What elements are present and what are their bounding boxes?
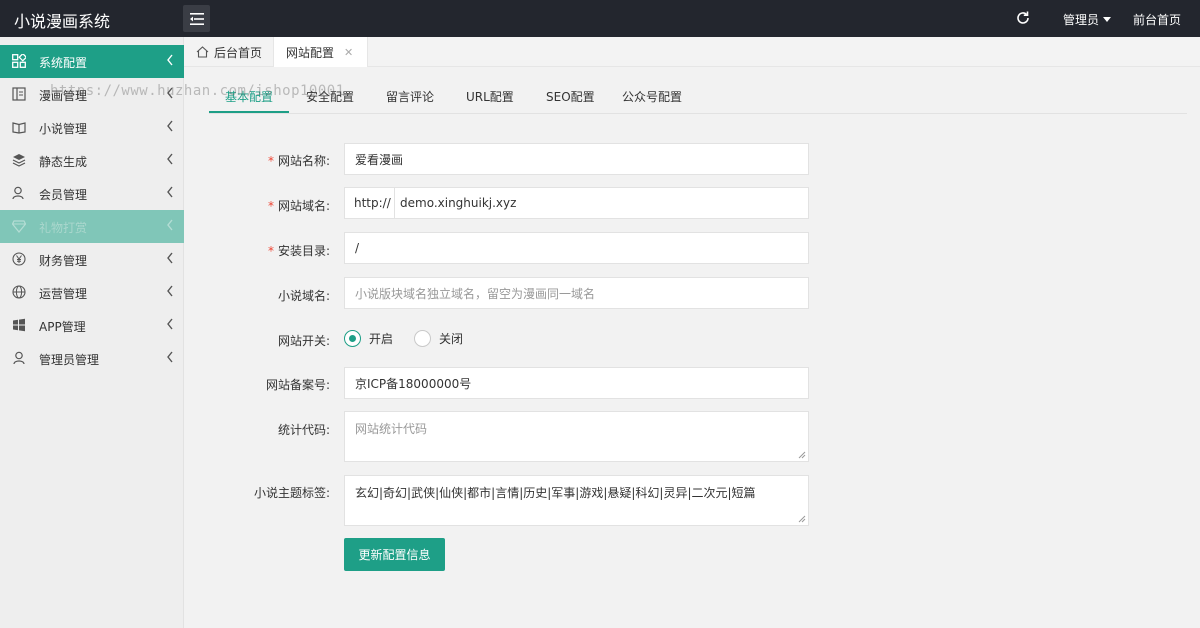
globe-icon	[12, 285, 26, 299]
sidebar-item-static[interactable]: 静态生成	[0, 144, 184, 177]
sidebar: 系统配置 漫画管理 小说管理 静态生成 会员管理 礼物打赏 财务管理 运营管理 …	[0, 37, 184, 628]
required-mark: *	[267, 244, 274, 258]
close-icon[interactable]: ✕	[344, 46, 353, 59]
caret-down-icon	[1103, 17, 1112, 22]
app-title: 小说漫画系统	[14, 12, 111, 31]
sidebar-item-label: 静态生成	[39, 155, 88, 169]
novel-domain-label: 小说域名:	[277, 289, 330, 303]
domain-input[interactable]: demo.xinghuikj.xyz	[394, 187, 809, 219]
user-icon	[12, 186, 26, 200]
person-icon	[12, 351, 26, 365]
radio-off-label: 关闭	[439, 332, 464, 346]
novel-tags-label: 小说主题标签:	[253, 486, 330, 500]
sidebar-item-gift[interactable]: 礼物打赏	[0, 210, 184, 243]
chevron-left-icon	[167, 120, 173, 132]
page-tabs: 后台首页 网站配置 ✕	[184, 37, 1200, 68]
chevron-left-icon	[167, 351, 173, 363]
chevron-left-icon	[167, 54, 173, 66]
book-icon	[12, 120, 26, 134]
gift-icon	[12, 219, 26, 233]
sidebar-item-label: 礼物打赏	[39, 221, 88, 235]
icp-label: 网站备案号:	[265, 378, 330, 392]
menu-toggle-button[interactable]	[183, 5, 210, 32]
subtab-seo[interactable]: SEO配置	[546, 88, 595, 105]
subtab-comments[interactable]: 留言评论	[386, 88, 434, 105]
sidebar-item-label: 会员管理	[39, 188, 88, 202]
chevron-left-icon	[167, 219, 173, 231]
chevron-left-icon	[167, 186, 173, 198]
active-subtab-indicator	[209, 111, 289, 113]
domain-label: * 网站域名:	[267, 199, 330, 213]
stats-code-textarea[interactable]: 网站统计代码	[344, 411, 809, 462]
domain-prefix: http://	[344, 187, 395, 219]
front-page-link[interactable]: 前台首页	[1133, 11, 1181, 28]
resize-grip-icon[interactable]	[798, 515, 806, 523]
tab-home[interactable]: 后台首页	[184, 37, 274, 67]
stats-code-label: 统计代码:	[277, 423, 330, 437]
sidebar-item-novel[interactable]: 小说管理	[0, 111, 184, 144]
tab-current-label: 网站配置	[286, 46, 335, 60]
sidebar-item-label: 小说管理	[39, 122, 88, 136]
radio-checked-icon	[344, 330, 361, 347]
required-mark: *	[267, 154, 274, 168]
sidebar-item-system-config[interactable]: 系统配置	[0, 45, 184, 78]
dashboard-icon	[12, 54, 26, 68]
sidebar-item-label: 财务管理	[39, 254, 88, 268]
subtab-url[interactable]: URL配置	[466, 88, 514, 105]
site-name-label: * 网站名称:	[267, 154, 330, 168]
radio-on-label: 开启	[369, 332, 394, 346]
tab-home-label: 后台首页	[214, 45, 263, 60]
site-switch-on-radio[interactable]: 开启	[344, 330, 393, 347]
site-name-input[interactable]: 爱看漫画	[344, 143, 809, 175]
layers-icon	[12, 153, 26, 167]
subtab-wechat[interactable]: 公众号配置	[622, 88, 682, 105]
sidebar-item-member[interactable]: 会员管理	[0, 177, 184, 210]
admin-label: 管理员	[1063, 13, 1100, 27]
sidebar-item-label: 运营管理	[39, 287, 88, 301]
config-subtabs: 基本配置 安全配置 留言评论 URL配置 SEO配置 公众号配置	[209, 78, 1187, 114]
site-switch-off-radio[interactable]: 关闭	[414, 330, 463, 347]
required-mark: *	[267, 199, 274, 213]
novel-tags-value: 玄幻|奇幻|武侠|仙侠|都市|言情|历史|军事|游戏|悬疑|科幻|灵异|二次元|…	[355, 486, 756, 500]
admin-menu[interactable]: 管理员	[1063, 11, 1112, 28]
install-dir-label: * 安装目录:	[267, 244, 330, 258]
update-config-button[interactable]: 更新配置信息	[344, 538, 445, 571]
top-header: 小说漫画系统 管理员 前台首页	[0, 0, 1200, 37]
menu-fold-icon	[189, 12, 204, 25]
chevron-left-icon	[167, 285, 173, 297]
home-icon	[196, 46, 209, 58]
sidebar-item-label: 系统配置	[39, 56, 88, 70]
sidebar-item-app[interactable]: APP管理	[0, 309, 184, 342]
novel-tags-textarea[interactable]: 玄幻|奇幻|武侠|仙侠|都市|言情|历史|军事|游戏|悬疑|科幻|灵异|二次元|…	[344, 475, 809, 526]
site-switch-label: 网站开关:	[277, 334, 330, 348]
sidebar-item-operation[interactable]: 运营管理	[0, 276, 184, 309]
stats-code-placeholder: 网站统计代码	[355, 422, 428, 436]
yen-icon	[12, 252, 26, 266]
sidebar-item-label: 管理员管理	[39, 353, 100, 367]
chevron-left-icon	[167, 153, 173, 165]
sidebar-item-admins[interactable]: 管理员管理	[0, 342, 184, 375]
install-dir-input[interactable]: /	[344, 232, 809, 264]
chevron-left-icon	[167, 318, 173, 330]
sidebar-item-label: APP管理	[39, 320, 86, 334]
refresh-icon[interactable]	[1015, 10, 1031, 26]
watermark: https://www.huzhan.com/ishop10001	[50, 83, 345, 99]
novel-domain-input[interactable]: 小说版块域名独立域名，留空为漫画同一域名	[344, 277, 809, 309]
icp-input[interactable]: 京ICP备18000000号	[344, 367, 809, 399]
windows-icon	[12, 318, 26, 332]
comic-icon	[12, 87, 26, 101]
sidebar-item-finance[interactable]: 财务管理	[0, 243, 184, 276]
chevron-left-icon	[167, 252, 173, 264]
tab-site-config[interactable]: 网站配置 ✕	[274, 37, 368, 68]
resize-grip-icon[interactable]	[798, 451, 806, 459]
radio-unchecked-icon	[414, 330, 431, 347]
